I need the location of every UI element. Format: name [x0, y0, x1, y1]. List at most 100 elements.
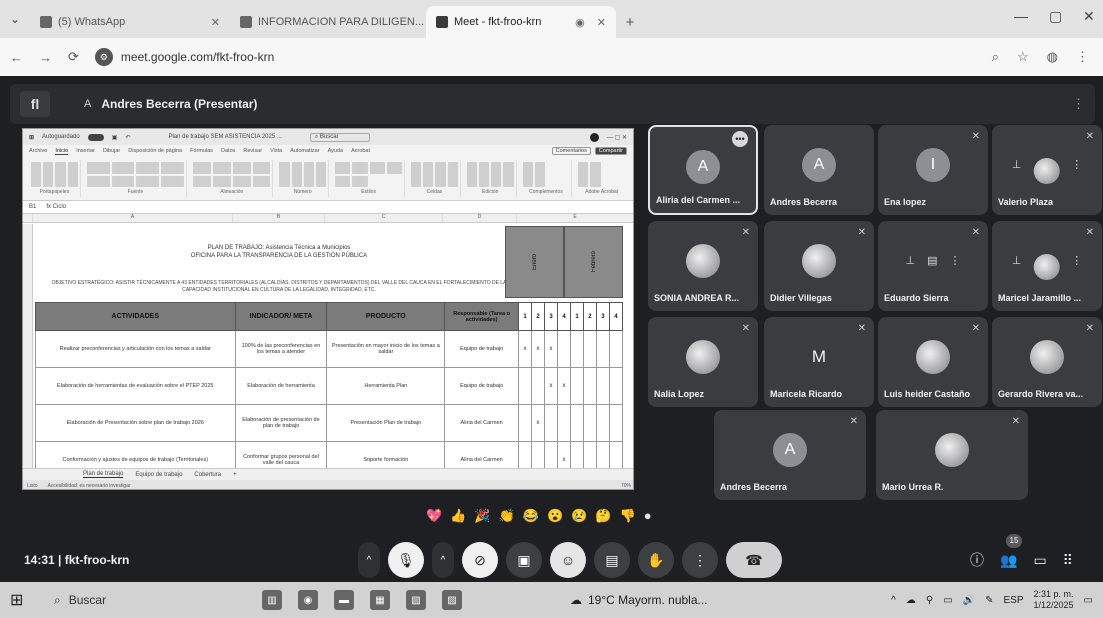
column-header[interactable]: B [233, 214, 325, 222]
cell-week[interactable] [608, 404, 623, 442]
cell-week[interactable]: x [531, 330, 546, 368]
cell-week[interactable] [595, 441, 610, 468]
cell-week[interactable]: x [531, 404, 546, 442]
cell-week[interactable] [582, 441, 597, 468]
menu-archivo[interactable]: Archivo [29, 148, 47, 154]
table-row[interactable]: Elaboración de Presentación sobre plan d… [35, 404, 623, 442]
info-icon[interactable]: ⓘ [970, 550, 984, 570]
zoom-icon[interactable]: ⌕ [992, 49, 999, 65]
close-window-button[interactable]: ✕ [1083, 8, 1095, 25]
camera-toggle-button[interactable]: ⊘ [462, 542, 498, 578]
cell-indicator[interactable]: 100% de las preconferencias en los temas… [234, 330, 328, 368]
participant-tile[interactable]: ✕ SONIA ANDREA R... [648, 221, 758, 311]
forward-icon[interactable]: → [39, 50, 52, 65]
sheet-tab-cobertura[interactable]: Cobertura [194, 472, 221, 478]
table-row[interactable]: Conformación y ajustes de equipos de tra… [35, 441, 623, 468]
menu-revisar[interactable]: Revisar [243, 148, 262, 154]
table-row[interactable]: Realizar preconferencias y articulación … [35, 330, 623, 368]
tab-search-icon[interactable]: ⌄ [0, 0, 30, 38]
participant-tile[interactable]: M ✕ Maricela Ricardo [764, 317, 874, 407]
ribbon-group[interactable]: Alineación [191, 160, 274, 197]
table-row[interactable]: Elaboración de herramientas de evaluació… [35, 367, 623, 405]
participant-tile[interactable]: ✕ Gerardo Rivera va... [992, 317, 1102, 407]
leave-call-button[interactable]: ☎ [726, 542, 782, 578]
reaction-thinking[interactable]: 🤔 [595, 508, 611, 524]
cell-week[interactable] [608, 367, 623, 405]
taskbar-search[interactable]: ⌕ Buscar [44, 587, 224, 613]
cell-week[interactable] [544, 441, 559, 468]
reaction-laugh[interactable]: 😂 [523, 508, 539, 524]
pin-icon[interactable]: ⊥ [906, 254, 916, 267]
close-icon[interactable]: ✕ [211, 16, 220, 29]
volume-icon[interactable]: 🔊 [963, 595, 975, 606]
ribbon-group[interactable]: Estilos [333, 160, 406, 197]
participant-tile[interactable]: ⊥ ⋮ ✕ Valerio Plaza [992, 125, 1102, 215]
autosave-toggle[interactable] [87, 133, 104, 141]
pen-icon[interactable]: ✎ [985, 595, 993, 606]
share-button[interactable]: Compartir [594, 147, 627, 155]
cell-responsible[interactable]: Equipo de trabajo [444, 330, 520, 368]
ribbon-group[interactable]: Complementos [521, 160, 573, 197]
back-icon[interactable]: ← [10, 50, 23, 65]
column-header[interactable]: E [517, 214, 633, 222]
undo-icon[interactable]: ↶ [125, 134, 130, 141]
cell-activity[interactable]: Elaboración de Presentación sobre plan d… [35, 404, 236, 442]
save-icon[interactable]: ▣ [112, 134, 118, 141]
participant-tile[interactable]: A ••• Aliria del Carmen ... [648, 125, 758, 215]
user-avatar[interactable] [589, 132, 599, 142]
column-header[interactable]: D [443, 214, 517, 222]
ribbon-group[interactable]: Número [277, 160, 330, 197]
tab-meet[interactable]: Meet - fkt-froo-krn ◉ ✕ [426, 6, 616, 38]
site-info-icon[interactable]: ⚙ [94, 48, 113, 66]
pin-icon[interactable]: ⊥ [1012, 158, 1022, 184]
more-options-icon[interactable]: ⋮ [1071, 158, 1082, 184]
cell-week[interactable] [608, 441, 623, 468]
mic-toggle-button[interactable]: 🎙 [388, 542, 424, 578]
cell-week[interactable]: x [557, 367, 571, 405]
cell-week[interactable] [582, 367, 597, 405]
cell-responsible[interactable]: Aliria del Carmen [444, 441, 520, 468]
ribbon-group[interactable]: Edición [465, 160, 517, 197]
more-options-icon[interactable]: ••• [732, 131, 748, 147]
cell-week[interactable] [518, 441, 533, 468]
raise-hand-button[interactable]: ✋ [638, 542, 674, 578]
cell-indicator[interactable]: Elaboración de herramienta [234, 367, 328, 405]
participant-tile[interactable]: ✕ Didier Villegas [764, 221, 874, 311]
notifications-icon[interactable]: ▭ [1084, 595, 1093, 606]
menu-icon[interactable]: ⋮ [1076, 49, 1089, 65]
column-header[interactable]: C [325, 214, 443, 222]
cell-week[interactable] [570, 330, 584, 368]
menu-formulas[interactable]: Fórmulas [190, 148, 213, 154]
comments-button[interactable]: Comentarios [551, 147, 591, 155]
ribbon-group[interactable]: Adobe Acrobat [576, 160, 627, 197]
cell-week[interactable] [557, 404, 571, 442]
cell-week[interactable] [595, 404, 610, 442]
menu-dibujar[interactable]: Dibujar [103, 148, 120, 154]
close-icon[interactable]: ✕ [597, 16, 606, 29]
cell-responsible[interactable]: Equipo de trabajo [444, 367, 520, 405]
photos-icon[interactable]: ▧ [406, 590, 426, 610]
more-options-icon[interactable]: ⋮ [950, 254, 961, 267]
url-field[interactable]: ⚙ meet.google.com/fkt-froo-krn [94, 48, 976, 66]
cell-week[interactable] [608, 330, 623, 368]
reaction-thumbs-down[interactable]: 👎 [620, 508, 636, 524]
cell-week[interactable]: x [544, 330, 559, 368]
cell-week[interactable] [582, 404, 597, 442]
ribbon-group[interactable]: Celdas [409, 160, 461, 197]
participant-tile[interactable]: A ✕ Andres Becerra [714, 410, 866, 500]
network-icon[interactable]: ▭ [943, 595, 952, 606]
menu-acrobat[interactable]: Acrobat [351, 148, 370, 154]
menu-ayuda[interactable]: Ayuda [328, 148, 344, 154]
reaction-more[interactable]: ● [644, 508, 652, 524]
menu-disposicion[interactable]: Disposición de página [128, 148, 182, 154]
corner-cell[interactable] [23, 214, 33, 222]
window-controls[interactable]: — ▢ ✕ [607, 134, 627, 141]
menu-automatizar[interactable]: Automatizar [290, 148, 319, 154]
cell-week[interactable] [518, 404, 533, 442]
present-button[interactable]: ▣ [506, 542, 542, 578]
cell-activity[interactable]: Realizar preconferencias y articulación … [35, 330, 236, 368]
chat-icon[interactable]: ▭ [1033, 552, 1046, 569]
participant-tile[interactable]: ⊥ ⋮ ✕ Maricel Jaramillo ... [992, 221, 1102, 311]
ribbon-group[interactable]: Fuente [85, 160, 188, 197]
reactions-button[interactable]: ☺ [550, 542, 586, 578]
